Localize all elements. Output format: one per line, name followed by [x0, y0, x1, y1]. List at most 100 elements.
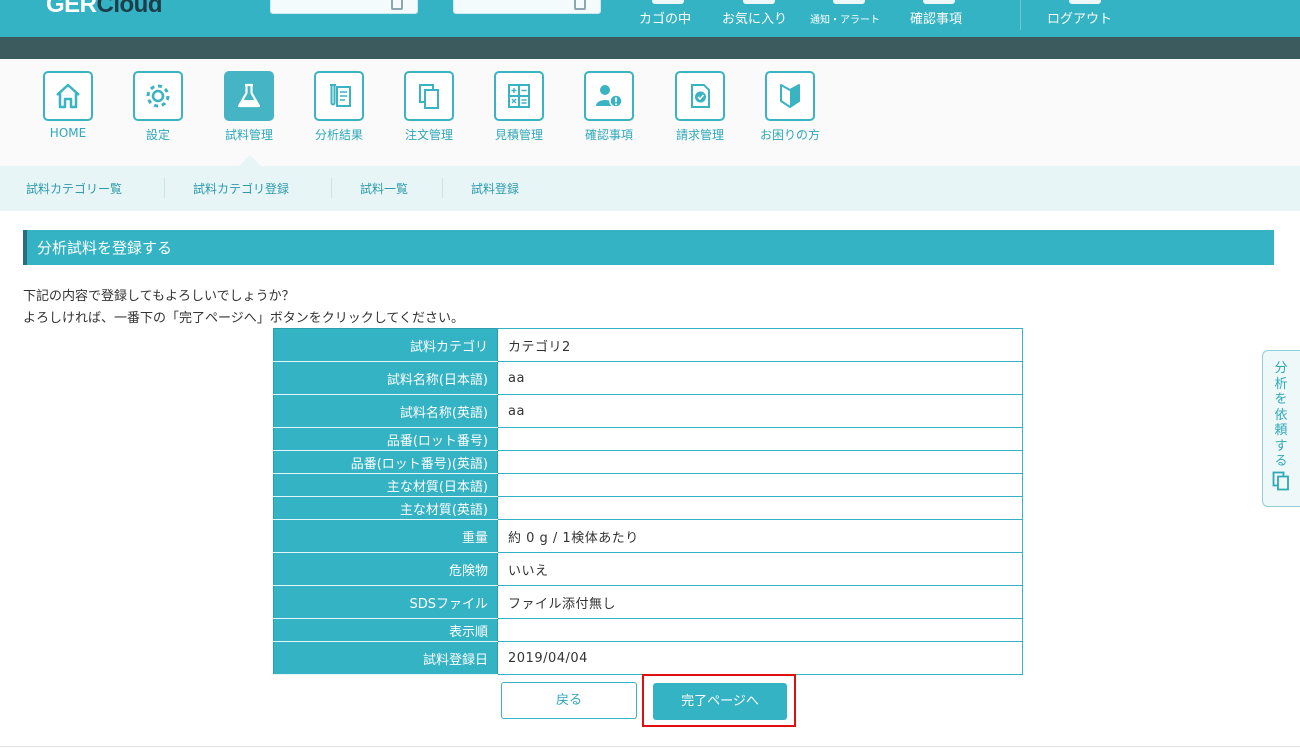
table-row: 主な材質(日本語) — [273, 473, 1023, 497]
subnav-divider — [164, 178, 165, 198]
header-link-confirmations[interactable]: 確認事項 — [910, 8, 962, 27]
subnav-category-list[interactable]: 試料カテゴリー覧 — [26, 180, 122, 197]
nav-label: 設定 — [145, 128, 170, 142]
intro-text-line-2: よろしければ、一番下の「完了ページへ」ボタンをクリックしてください。 — [23, 311, 464, 326]
row-label: 品番(ロット番号)(英語) — [273, 450, 498, 474]
nav-item-settings[interactable]: 設定 — [123, 71, 193, 143]
row-label: 危険物 — [273, 552, 498, 586]
table-row: 試料登録日 2019/04/04 — [273, 641, 1023, 675]
heart-icon — [743, 0, 775, 4]
page-title: 分析試料を登録する — [23, 230, 1274, 265]
header-button-2[interactable] — [453, 0, 601, 14]
logo-subtext: Cloud — [96, 0, 163, 18]
header-button-1[interactable] — [270, 0, 418, 14]
subnav-sample-register[interactable]: 試料登録 — [471, 180, 519, 197]
intro-text-line-1: 下記の内容で登録してもよろしいでしょうか？ — [23, 289, 295, 304]
row-label: 試料登録日 — [273, 641, 498, 675]
table-row: 試料名称(英語) aa — [273, 394, 1023, 428]
nav-item-help[interactable]: お困りの方 — [755, 71, 825, 143]
confirmation-table: 試料カテゴリ カテゴリ2 試料名称(日本語) aa 試料名称(英語) aa 品番(ロッ… — [273, 328, 1023, 675]
check-icon — [923, 0, 955, 4]
side-tab-label: 分析を依頼する — [1274, 361, 1288, 469]
row-value: いいえ — [497, 552, 1023, 586]
table-row: SDSファイル ファイル添付無し — [273, 585, 1023, 619]
nav-label: 見積管理 — [494, 128, 543, 142]
footer-divider — [0, 746, 1300, 747]
sub-nav: 試料カテゴリー覧 試料カテゴリ登録 試料一覧 試料登録 — [0, 166, 1300, 211]
row-value — [497, 473, 1023, 497]
nav-item-home[interactable]: HOME — [33, 71, 103, 140]
row-label: 試料カテゴリ — [273, 328, 498, 362]
logo[interactable]: GERCloud — [46, 0, 163, 19]
row-value — [497, 618, 1023, 642]
bell-icon — [833, 0, 865, 4]
nav-label: 試料管理 — [224, 128, 273, 142]
user-alert-icon — [584, 71, 634, 121]
nav-item-analysis-results[interactable]: 分析結果 — [304, 71, 374, 143]
nav-item-order-management[interactable]: 注文管理 — [394, 71, 464, 143]
back-button[interactable]: 戻る — [501, 682, 637, 719]
subnav-divider — [331, 178, 332, 198]
nav-item-billing-management[interactable]: 請求管理 — [665, 71, 735, 143]
nav-label: 分析結果 — [314, 128, 363, 142]
table-row: 品番(ロット番号)(英語) — [273, 450, 1023, 474]
row-value: ファイル添付無し — [497, 585, 1023, 619]
table-row: 主な材質(英語) — [273, 496, 1023, 520]
header-dark-band — [0, 37, 1300, 59]
header-link-logout[interactable]: ログアウト — [1047, 8, 1112, 27]
row-value: 約 0 g / 1検体あたり — [497, 519, 1023, 553]
table-row: 品番(ロット番号) — [273, 427, 1023, 451]
request-analysis-side-tab[interactable]: 分析を依頼する — [1262, 350, 1300, 507]
subnav-category-register[interactable]: 試料カテゴリ登録 — [193, 180, 289, 197]
table-row: 表示順 — [273, 618, 1023, 642]
header-link-cart[interactable]: カゴの中 — [639, 8, 691, 27]
copy-icon — [391, 0, 403, 10]
header-link-notifications[interactable]: 通知・アラート — [810, 11, 880, 26]
row-value — [497, 450, 1023, 474]
nav-label: HOME — [49, 126, 87, 140]
nav-label: 確認事項 — [584, 128, 633, 142]
nav-item-sample-management[interactable]: 試料管理 — [214, 71, 284, 143]
table-row: 試料カテゴリ カテゴリ2 — [273, 328, 1023, 362]
table-row: 重量約 0 g / 1検体あたり — [273, 519, 1023, 553]
test-tube-document-icon — [314, 71, 364, 121]
logo-text: GER — [46, 0, 97, 18]
check-document-icon — [675, 71, 725, 121]
complete-button-highlight: 完了ページへ — [642, 674, 796, 727]
home-icon — [43, 71, 93, 121]
table-row: 危険物 いいえ — [273, 552, 1023, 586]
row-label: 品番(ロット番号) — [273, 427, 498, 451]
nav-label: 注文管理 — [404, 128, 453, 142]
copy-documents-icon — [404, 71, 454, 121]
nav-item-estimate-management[interactable]: 見積管理 — [484, 71, 554, 143]
nav-item-confirmations[interactable]: 確認事項 — [574, 71, 644, 143]
row-label: 主な材質(英語) — [273, 496, 498, 520]
row-label: SDSファイル — [273, 585, 498, 619]
complete-page-button[interactable]: 完了ページへ — [653, 683, 787, 720]
row-label: 試料名称(英語) — [273, 394, 498, 428]
beginner-mark-icon — [765, 71, 815, 121]
logout-icon — [1069, 0, 1101, 4]
copy-icon — [574, 0, 586, 10]
cart-icon — [652, 0, 684, 4]
document-icon — [1272, 471, 1290, 495]
subnav-divider — [442, 178, 443, 198]
row-value: カテゴリ2 — [497, 328, 1023, 362]
row-value: aa — [497, 361, 1023, 395]
row-value: aa — [497, 394, 1023, 428]
table-row: 試料名称(日本語) aa — [273, 361, 1023, 395]
row-label: 表示順 — [273, 618, 498, 642]
nav-label: 請求管理 — [675, 128, 724, 142]
row-label: 主な材質(日本語) — [273, 473, 498, 497]
row-value — [497, 496, 1023, 520]
header-link-favorites[interactable]: お気に入り — [722, 8, 787, 27]
active-nav-indicator — [239, 155, 261, 166]
header-divider — [1020, 0, 1021, 30]
row-value — [497, 427, 1023, 451]
subnav-sample-list[interactable]: 試料一覧 — [360, 180, 408, 197]
top-header: GERCloud カゴの中 お気に入り 通知・アラート 確認事項 ログアウト — [0, 0, 1300, 37]
flask-icon — [224, 71, 274, 121]
calculator-icon — [494, 71, 544, 121]
nav-label: お困りの方 — [759, 128, 820, 142]
row-value: 2019/04/04 — [497, 641, 1023, 675]
